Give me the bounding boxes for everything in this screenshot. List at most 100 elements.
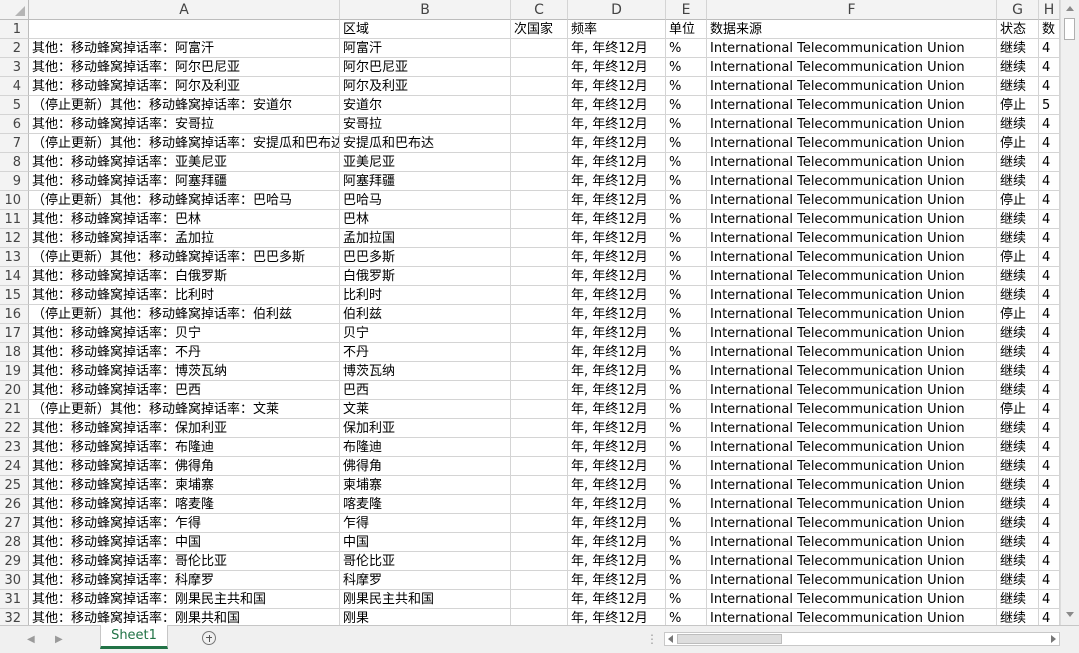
cell[interactable]: % [666,210,707,229]
row-header[interactable]: 19 [0,362,29,381]
cell[interactable]: International Telecommunication Union [707,96,997,115]
cell[interactable]: 安哥拉 [340,115,511,134]
cell[interactable]: 巴哈马 [340,191,511,210]
header-cell[interactable]: 数 [1039,20,1060,39]
cell[interactable]: % [666,571,707,590]
row-header[interactable]: 26 [0,495,29,514]
cell[interactable] [511,210,568,229]
cell[interactable]: International Telecommunication Union [707,153,997,172]
cell[interactable]: 亚美尼亚 [340,153,511,172]
cell[interactable]: % [666,476,707,495]
cell[interactable]: 继续 [997,267,1039,286]
column-header-f[interactable]: F [707,0,997,20]
cell[interactable]: （停止更新）其他：移动蜂窝掉话率：巴哈马 [29,191,340,210]
cell[interactable] [511,590,568,609]
cell[interactable]: 继续 [997,210,1039,229]
vertical-scrollbar[interactable] [1060,0,1079,625]
cell[interactable]: 4 [1039,362,1060,381]
row-header[interactable]: 6 [0,115,29,134]
cell[interactable]: 继续 [997,419,1039,438]
next-sheet-icon[interactable]: ▶ [55,634,63,645]
cell[interactable]: 年, 年终12月 [568,115,666,134]
cell[interactable]: International Telecommunication Union [707,267,997,286]
horizontal-scrollbar[interactable] [664,632,1060,646]
cell[interactable]: 年, 年终12月 [568,248,666,267]
cell[interactable]: 停止 [997,96,1039,115]
cell[interactable]: 年, 年终12月 [568,590,666,609]
cell[interactable] [511,305,568,324]
cell[interactable]: 年, 年终12月 [568,362,666,381]
cell[interactable]: 4 [1039,533,1060,552]
cell[interactable]: % [666,39,707,58]
cell[interactable] [511,533,568,552]
cell[interactable]: International Telecommunication Union [707,191,997,210]
row-header[interactable]: 20 [0,381,29,400]
cell[interactable]: 年, 年终12月 [568,39,666,58]
cell[interactable]: 年, 年终12月 [568,77,666,96]
cell[interactable]: % [666,457,707,476]
cell[interactable]: 年, 年终12月 [568,324,666,343]
cell[interactable]: % [666,305,707,324]
cell[interactable]: International Telecommunication Union [707,77,997,96]
column-header-b[interactable]: B [340,0,511,20]
row-header[interactable]: 14 [0,267,29,286]
cell[interactable]: 年, 年终12月 [568,381,666,400]
cell[interactable]: 4 [1039,115,1060,134]
cell[interactable]: 其他：移动蜂窝掉话率：佛得角 [29,457,340,476]
cell[interactable]: 保加利亚 [340,419,511,438]
cell[interactable]: International Telecommunication Union [707,286,997,305]
cell[interactable]: 年, 年终12月 [568,495,666,514]
cell[interactable]: 继续 [997,381,1039,400]
cell[interactable]: 其他：移动蜂窝掉话率：乍得 [29,514,340,533]
cell[interactable]: International Telecommunication Union [707,476,997,495]
scroll-up-arrow-icon[interactable] [1066,6,1074,11]
row-header[interactable]: 25 [0,476,29,495]
cell[interactable]: International Telecommunication Union [707,229,997,248]
header-cell[interactable] [29,20,340,39]
cell[interactable]: International Telecommunication Union [707,248,997,267]
cell[interactable]: % [666,191,707,210]
cell[interactable]: 继续 [997,590,1039,609]
cell[interactable]: International Telecommunication Union [707,552,997,571]
cell[interactable]: 年, 年终12月 [568,286,666,305]
cell[interactable]: 继续 [997,39,1039,58]
cell[interactable]: 博茨瓦纳 [340,362,511,381]
cell[interactable]: 阿富汗 [340,39,511,58]
column-header-a[interactable]: A [29,0,340,20]
cell[interactable] [511,191,568,210]
cell[interactable]: 停止 [997,305,1039,324]
cell[interactable]: 继续 [997,476,1039,495]
cell[interactable]: 年, 年终12月 [568,267,666,286]
cell[interactable] [511,96,568,115]
row-header[interactable]: 9 [0,172,29,191]
cell[interactable]: 年, 年终12月 [568,153,666,172]
cell[interactable]: （停止更新）其他：移动蜂窝掉话率：安提瓜和巴布达 [29,134,340,153]
cell[interactable]: International Telecommunication Union [707,533,997,552]
column-header-e[interactable]: E [666,0,707,20]
cell[interactable]: 不丹 [340,343,511,362]
cell[interactable]: % [666,438,707,457]
cell[interactable]: 其他：移动蜂窝掉话率：保加利亚 [29,419,340,438]
cell[interactable]: % [666,286,707,305]
cell[interactable]: 继续 [997,514,1039,533]
cell[interactable]: 巴西 [340,381,511,400]
cell[interactable]: 4 [1039,552,1060,571]
cell[interactable]: 阿尔巴尼亚 [340,58,511,77]
cell[interactable]: 年, 年终12月 [568,419,666,438]
cell[interactable]: （停止更新）其他：移动蜂窝掉话率：安道尔 [29,96,340,115]
cell[interactable]: 伯利兹 [340,305,511,324]
cell[interactable] [511,248,568,267]
tab-split-handle-icon[interactable]: ⋮ [646,632,658,646]
cell[interactable]: 比利时 [340,286,511,305]
cell[interactable]: 年, 年终12月 [568,210,666,229]
cell[interactable]: 4 [1039,590,1060,609]
cell[interactable]: % [666,77,707,96]
cell[interactable]: 中国 [340,533,511,552]
cell[interactable]: 哥伦比亚 [340,552,511,571]
cell[interactable]: 年, 年终12月 [568,191,666,210]
header-cell[interactable]: 频率 [568,20,666,39]
cell[interactable]: 4 [1039,267,1060,286]
cell[interactable]: % [666,229,707,248]
cell[interactable]: 年, 年终12月 [568,438,666,457]
cell[interactable]: % [666,590,707,609]
